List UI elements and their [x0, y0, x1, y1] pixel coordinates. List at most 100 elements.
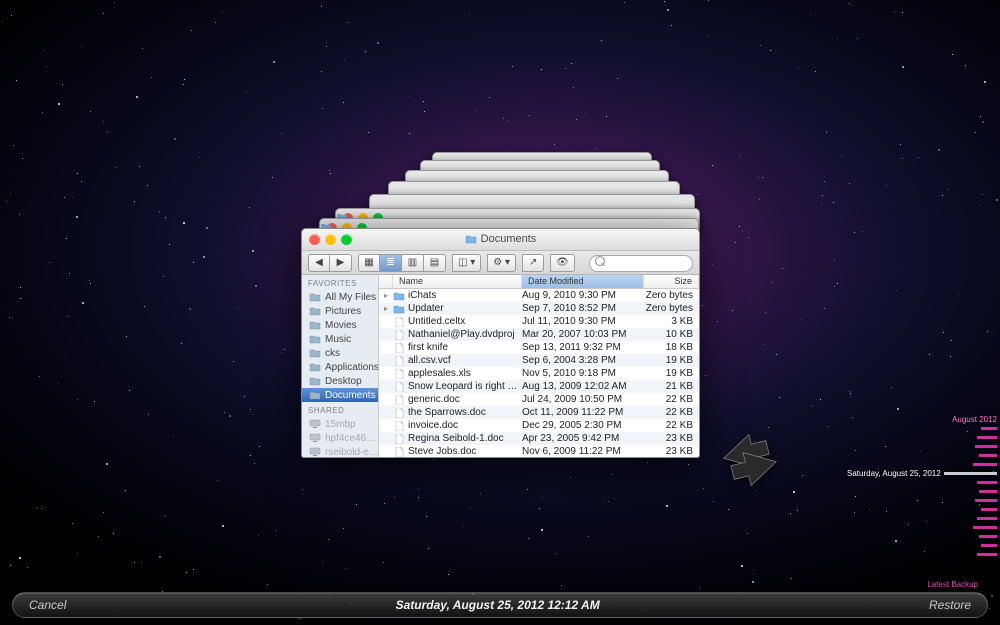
- table-row[interactable]: Steve Jobs.docNov 6, 2009 11:22 PM23 KB: [379, 445, 699, 457]
- file-size: Zero bytes: [644, 303, 699, 314]
- timeline-tick[interactable]: [847, 433, 997, 442]
- sidebar-item[interactable]: Music: [302, 332, 378, 346]
- file-date: Sep 6, 2004 3:28 PM: [522, 355, 644, 366]
- timeline-bar: [981, 427, 997, 430]
- forward-button[interactable]: ▶: [330, 254, 352, 272]
- timeline-tick[interactable]: [847, 496, 997, 505]
- sidebar-item[interactable]: All My Files: [302, 290, 378, 304]
- table-row[interactable]: Nathaniel@Play.dvdprojMar 20, 2007 10:03…: [379, 328, 699, 341]
- timeline-bar: [944, 472, 997, 475]
- action-button[interactable]: ⚙ ▾: [487, 254, 516, 272]
- table-row[interactable]: the Sparrows.docOct 11, 2009 11:22 PM22 …: [379, 406, 699, 419]
- col-date[interactable]: Date Modified: [522, 275, 644, 288]
- timeline-tick[interactable]: [847, 523, 997, 532]
- sidebar-item[interactable]: rseibold-e…: [302, 445, 378, 457]
- sidebar-item[interactable]: Applications: [302, 360, 378, 374]
- quicklook-button[interactable]: 👁: [550, 254, 575, 272]
- restore-button[interactable]: Restore: [929, 598, 971, 612]
- file-date: Jul 24, 2009 10:50 PM: [522, 394, 644, 405]
- folder-icon: [393, 304, 405, 314]
- table-row[interactable]: ▸iChatsAug 9, 2010 9:30 PMZero bytes: [379, 289, 699, 302]
- sidebar-item-label: Music: [325, 334, 351, 345]
- timeline-tick[interactable]: [847, 478, 997, 487]
- file-date: Aug 13, 2009 12:02 AM: [522, 381, 644, 392]
- search-input[interactable]: [589, 255, 693, 272]
- file-name: Nathaniel@Play.dvdproj: [408, 329, 522, 340]
- disclosure-triangle-icon[interactable]: ▸: [379, 291, 393, 300]
- snapshot-timestamp: Saturday, August 25, 2012 12:12 AM: [396, 598, 600, 612]
- sidebar-item-label: Pictures: [325, 306, 361, 317]
- sidebar-item[interactable]: cks: [302, 346, 378, 360]
- view-columns-button[interactable]: ▥: [402, 254, 424, 272]
- document-icon: [393, 408, 405, 418]
- arrange-button[interactable]: ◫ ▾: [452, 254, 481, 272]
- folder-icon: [309, 376, 321, 386]
- table-row[interactable]: generic.docJul 24, 2009 10:50 PM22 KB: [379, 393, 699, 406]
- table-row[interactable]: first knifeSep 13, 2011 9:32 PM18 KB: [379, 341, 699, 354]
- col-name[interactable]: Name: [393, 275, 522, 288]
- table-row[interactable]: ▸UpdaterSep 7, 2010 8:52 PMZero bytes: [379, 302, 699, 315]
- finder-titlebar[interactable]: Documents: [302, 229, 699, 251]
- file-date: Sep 13, 2011 9:32 PM: [522, 342, 644, 353]
- folder-icon: [309, 306, 321, 316]
- cancel-button[interactable]: Cancel: [29, 598, 66, 612]
- file-name: Updater: [408, 303, 522, 314]
- timeline-tick[interactable]: [847, 487, 997, 496]
- back-button[interactable]: ◀: [308, 254, 330, 272]
- timeline-tick[interactable]: [847, 442, 997, 451]
- latest-backup-label: Latest Backup: [927, 580, 978, 589]
- sidebar-item-label: Desktop: [325, 376, 362, 387]
- document-icon: [393, 343, 405, 353]
- folder-icon: [309, 390, 321, 400]
- file-size: 18 KB: [644, 342, 699, 353]
- sidebar-item[interactable]: hpf4ce46…: [302, 431, 378, 445]
- column-headers[interactable]: Name Date Modified Size: [379, 275, 699, 289]
- sidebar-item[interactable]: 15mbp: [302, 417, 378, 431]
- sidebar-item[interactable]: Documents: [302, 388, 378, 402]
- file-name: first knife: [408, 342, 522, 353]
- table-row[interactable]: Snow Leopard is right aro.docAug 13, 200…: [379, 380, 699, 393]
- table-row[interactable]: Untitled.celtxJul 11, 2010 9:30 PM3 KB: [379, 315, 699, 328]
- sidebar-item-label: cks: [325, 348, 340, 359]
- view-switcher: ▦ ≣ ▥ ▤: [358, 254, 446, 272]
- table-row[interactable]: invoice.docDec 29, 2005 2:30 PM22 KB: [379, 419, 699, 432]
- timeline-bar: [981, 544, 997, 547]
- folder-icon: [393, 291, 405, 301]
- document-icon: [393, 447, 405, 457]
- timeline-tick[interactable]: [847, 532, 997, 541]
- timeline-tick[interactable]: [847, 541, 997, 550]
- timeline-tick[interactable]: [847, 505, 997, 514]
- timeline-tick[interactable]: Saturday, August 25, 2012: [847, 469, 997, 478]
- view-icons-button[interactable]: ▦: [358, 254, 380, 272]
- file-date: Mar 20, 2007 10:03 PM: [522, 329, 644, 340]
- timeline-tick[interactable]: [847, 514, 997, 523]
- folder-icon: [309, 348, 321, 358]
- time-machine-nav-arrows[interactable]: [720, 430, 780, 490]
- timeline-tick[interactable]: [847, 424, 997, 433]
- file-size: Zero bytes: [644, 290, 699, 301]
- file-name: Untitled.celtx: [408, 316, 522, 327]
- view-coverflow-button[interactable]: ▤: [424, 254, 446, 272]
- share-button[interactable]: ↗: [522, 254, 544, 272]
- timeline-tick[interactable]: [847, 460, 997, 469]
- view-list-button[interactable]: ≣: [380, 254, 402, 272]
- timeline-tick[interactable]: [847, 451, 997, 460]
- table-row[interactable]: Regina Seibold-1.docApr 23, 2005 9:42 PM…: [379, 432, 699, 445]
- document-icon: [393, 421, 405, 431]
- backup-timeline[interactable]: August 2012Saturday, August 25, 2012: [847, 415, 997, 559]
- timeline-tick[interactable]: [847, 550, 997, 559]
- finder-window: Documents ◀ ▶ ▦ ≣ ▥ ▤ ◫ ▾ ⚙ ▾ ↗ 👁: [301, 228, 700, 458]
- timeline-bar: [979, 490, 997, 493]
- search-icon: [589, 253, 693, 272]
- disclosure-triangle-icon[interactable]: ▸: [379, 304, 393, 313]
- file-name: applesales.xls: [408, 368, 522, 379]
- col-size[interactable]: Size: [644, 275, 699, 288]
- sidebar-item[interactable]: Pictures: [302, 304, 378, 318]
- sidebar-item[interactable]: Desktop: [302, 374, 378, 388]
- table-row[interactable]: applesales.xlsNov 5, 2010 9:18 PM19 KB: [379, 367, 699, 380]
- document-icon: [393, 356, 405, 366]
- timeline-bar: [977, 517, 997, 520]
- timeline-bar: [973, 463, 997, 466]
- sidebar-item[interactable]: Movies: [302, 318, 378, 332]
- table-row[interactable]: all.csv.vcfSep 6, 2004 3:28 PM19 KB: [379, 354, 699, 367]
